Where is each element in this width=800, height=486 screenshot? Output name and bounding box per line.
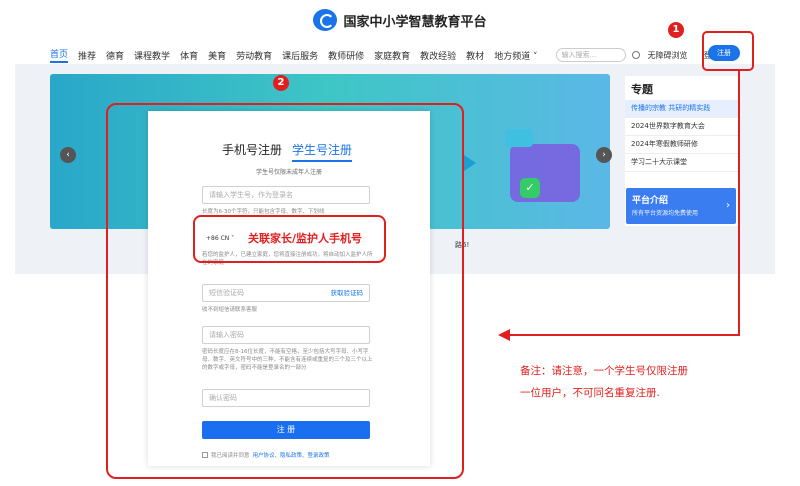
platform-intro-title: 平台介绍 — [632, 196, 669, 206]
accessibility-link[interactable]: 无障碍浏览 — [648, 50, 688, 61]
platform-intro-card[interactable]: 平台介绍 所有平台资源均免费使用 › — [626, 188, 736, 224]
nav-item-home[interactable]: 首页 — [50, 47, 69, 63]
banner-play-icon — [464, 155, 476, 171]
site-title: 国家中小学智慧教育平台 — [343, 14, 487, 30]
annotation-phone-label: 关联家长/监护人手机号 — [248, 232, 363, 245]
banner-check-icon: ✓ — [520, 178, 540, 198]
nav-item-labor[interactable]: 劳动教育 — [236, 49, 272, 62]
nav-item-recommend[interactable]: 推荐 — [78, 49, 96, 62]
nav-item-textbook[interactable]: 教材 — [466, 49, 484, 62]
side-panel-item[interactable]: 传播的宗教 共研的精实践 — [625, 100, 740, 118]
side-panel-item[interactable]: 学习二十大示课堂 — [625, 154, 740, 172]
search-icon[interactable] — [631, 51, 640, 59]
nav-item-after-school[interactable]: 课后服务 — [282, 49, 318, 62]
annotation-box-register — [702, 31, 754, 71]
annotation-step-2: 2 — [273, 75, 289, 91]
nav-item-sports[interactable]: 体育 — [180, 49, 198, 62]
banner-prev-arrow-icon[interactable]: ‹ — [60, 147, 76, 163]
annotation-connector-horizontal — [510, 334, 740, 336]
annotation-connector-vertical — [738, 71, 740, 336]
annotation-note: 备注：请注意，一个学生号仅限注册 一位用户，不可同名重复注册. — [520, 360, 688, 404]
side-panel-item[interactable]: 2024年寒假教师研修 — [625, 136, 740, 154]
nav-item-local[interactable]: 地方频道 ˅ — [494, 49, 537, 62]
annotation-note-line1: 备注：请注意，一个学生号仅限注册 — [520, 365, 688, 377]
annotation-box-modal — [106, 103, 464, 479]
annotation-arrow-icon — [498, 329, 510, 341]
side-panel-item[interactable]: 2024世界数字教育大会 — [625, 118, 740, 136]
banner-next-arrow-icon[interactable]: › — [596, 147, 612, 163]
side-panel-title: 专题 — [631, 83, 653, 96]
nav-item-reform[interactable]: 教改经验 — [420, 49, 456, 62]
banner-chat-bubble — [505, 129, 533, 147]
annotation-note-line2: 一位用户，不可同名重复注册. — [520, 387, 660, 399]
nav-item-moral[interactable]: 德育 — [106, 49, 124, 62]
annotation-step-1: 1 — [668, 22, 684, 38]
nav-item-teacher-training[interactable]: 教师研修 — [328, 49, 364, 62]
main-nav: 首页 推荐 德育 课程教学 体育 美育 劳动教育 课后服务 教师研修 家庭教育 … — [50, 45, 760, 64]
nav-item-curriculum[interactable]: 课程教学 — [134, 49, 170, 62]
search-input[interactable]: 输入搜索... — [555, 48, 626, 62]
site-logo-icon[interactable] — [313, 9, 338, 31]
nav-item-family[interactable]: 家庭教育 — [374, 49, 410, 62]
platform-intro-subtitle: 所有平台资源均免费使用 — [632, 210, 699, 217]
chevron-right-icon: › — [726, 200, 730, 211]
nav-item-arts[interactable]: 美育 — [208, 49, 226, 62]
